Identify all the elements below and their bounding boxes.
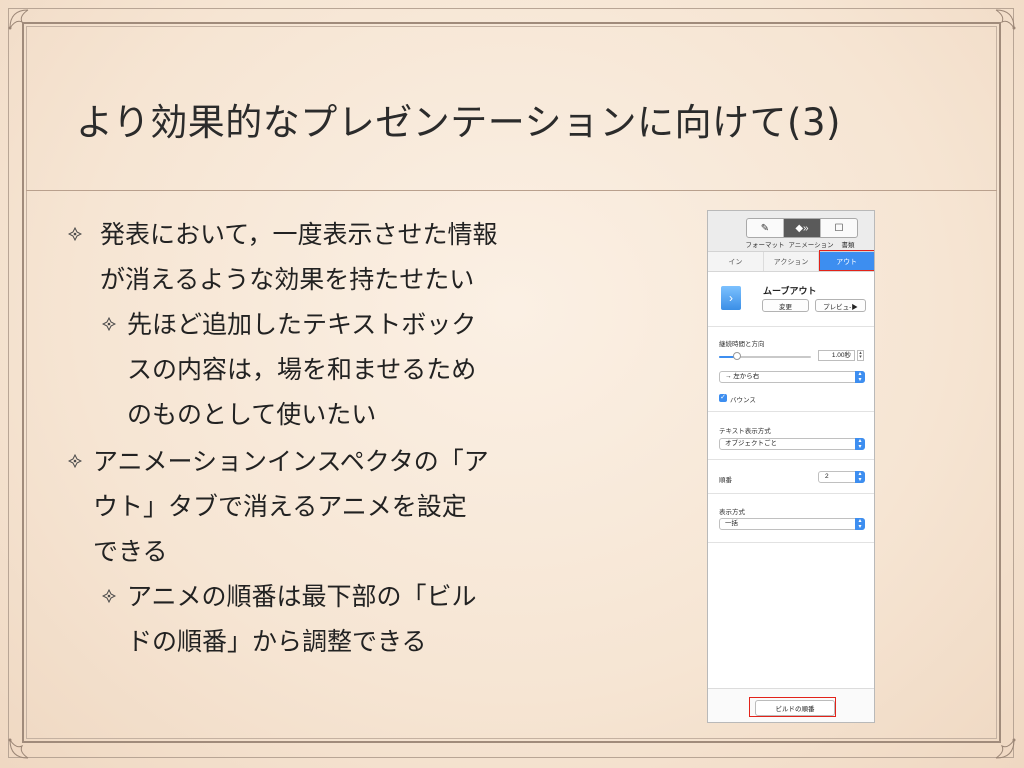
inspector-segmented-control: ✎ ◆» ☐ [746, 218, 858, 238]
bullet-line: できる [93, 537, 168, 566]
fleuron-bullet-icon [68, 454, 82, 468]
duration-field[interactable]: 1.00秒 [818, 350, 855, 361]
bullet-item: アニメの順番は最下部の「ビル ドの順番」から調整できる [62, 574, 477, 664]
corner-ornament-icon [992, 6, 1018, 32]
effect-name: ムーブアウト [763, 286, 817, 296]
inspector-toolbar: ✎ ◆» ☐ フォーマット アニメーション 書類 [708, 211, 874, 252]
chevron-updown-icon: ▴ ▾ [855, 471, 865, 483]
divider [708, 459, 874, 460]
format-segment[interactable]: ✎ [747, 219, 784, 237]
delivery-value: 一括 [725, 520, 738, 527]
delivery-select[interactable]: 一括 ▴ ▾ [719, 518, 865, 530]
bullet-item: 先ほど追加したテキストボック スの内容は，場を和ませるため のものとして使いたい [62, 302, 476, 437]
format-segment-label: フォーマット [745, 242, 785, 249]
title-divider [26, 190, 997, 191]
delivery-label: 表示方式 [719, 509, 745, 516]
divider [708, 542, 874, 543]
bullet-line: スの内容は，場を和ませるため [127, 355, 477, 384]
direction-value: → 左から右 [725, 373, 760, 380]
animate-segment-label: アニメーション [788, 242, 834, 249]
bullet-line: 発表において，一度表示させた情報 [100, 220, 498, 249]
tab-highlight-box [819, 250, 874, 271]
text-delivery-label: テキスト表示方式 [719, 428, 771, 435]
preview-button[interactable]: プレビュ-▶ [815, 299, 866, 312]
order-value: 2 [825, 473, 829, 480]
animation-inspector-screenshot: ✎ ◆» ☐ フォーマット アニメーション 書類 イン アクション アウト › … [707, 210, 875, 723]
fleuron-bullet-icon [102, 317, 116, 331]
text-delivery-value: オブジェクトごと [725, 440, 777, 447]
divider [708, 326, 874, 327]
bullet-line: アニメーションインスペクタの「ア [93, 447, 489, 476]
build-order-highlight-box [749, 697, 836, 717]
bounce-checkbox[interactable]: ✓ [719, 394, 727, 402]
chevron-updown-icon: ▴ ▾ [855, 518, 865, 530]
fleuron-bullet-icon [102, 589, 116, 603]
document-icon: ☐ [834, 222, 844, 234]
animate-segment[interactable]: ◆» [784, 219, 821, 237]
document-segment[interactable]: ☐ [821, 219, 857, 237]
document-segment-label: 書類 [841, 242, 855, 249]
bullet-item: アニメーションインスペクタの「ア ウト」タブで消えるアニメを設定 できる [62, 439, 489, 574]
corner-ornament-icon [6, 736, 32, 762]
divider [708, 411, 874, 412]
bullet-line: 先ほど追加したテキストボック [127, 310, 477, 339]
corner-ornament-icon [6, 6, 32, 32]
bullet-line: が消えるような効果を持たせたい [100, 265, 475, 294]
diamond-arrows-icon: ◆» [795, 222, 809, 234]
divider [708, 493, 874, 494]
text-delivery-select[interactable]: オブジェクトごと ▴ ▾ [719, 438, 865, 450]
tab-action[interactable]: アクション [764, 252, 820, 271]
direction-select[interactable]: → 左から右 ▴ ▾ [719, 371, 865, 383]
corner-ornament-icon [992, 736, 1018, 762]
duration-stepper[interactable]: ▴ ▾ [857, 350, 864, 361]
effect-thumbnail-icon: › [721, 286, 741, 310]
fleuron-bullet-icon [68, 227, 82, 241]
change-button[interactable]: 変更 [762, 299, 809, 312]
tab-build-in[interactable]: イン [708, 252, 764, 271]
bullet-item: 発表において，一度表示させた情報 が消えるような効果を持たせたい [62, 212, 498, 302]
chevron-updown-icon: ▴ ▾ [855, 371, 865, 383]
duration-label: 継続時間と方向 [719, 341, 765, 348]
chevron-updown-icon: ▴ ▾ [855, 438, 865, 450]
bullet-line: ドの順番」から調整できる [127, 627, 427, 656]
order-label: 順番 [719, 477, 732, 484]
bullet-line: のものとして使いたい [127, 400, 377, 429]
bullet-line: アニメの順番は最下部の「ビル [127, 582, 477, 611]
bounce-label: バウンス [730, 397, 756, 404]
duration-slider-knob[interactable] [733, 352, 742, 360]
bullet-line: ウト」タブで消えるアニメを設定 [93, 492, 467, 521]
order-select[interactable]: 2 ▴ ▾ [818, 471, 865, 483]
paintbrush-icon: ✎ [760, 222, 770, 234]
slide-title: より効果的なプレゼンテーションに向けて(3) [76, 101, 841, 144]
